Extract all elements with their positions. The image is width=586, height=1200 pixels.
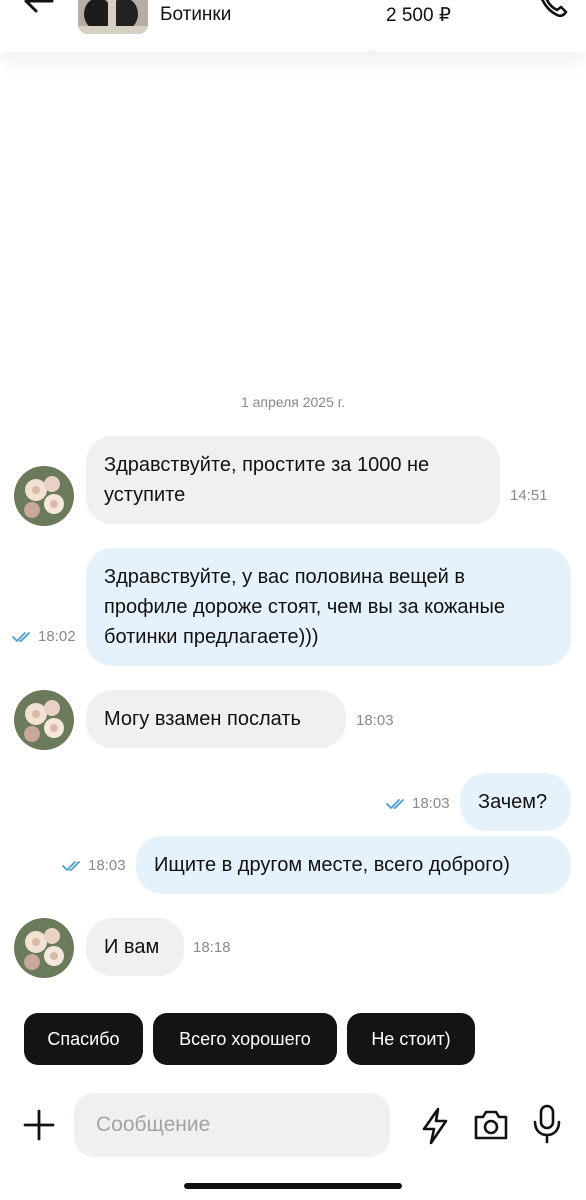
message-text: Здравствуйте, у вас половина вещей в про… xyxy=(104,566,506,648)
message-text: Здравствуйте, простите за 1000 не уступи… xyxy=(104,454,430,506)
message-text: И вам xyxy=(104,936,160,958)
message-status: 18:03 xyxy=(386,795,450,812)
message-time: 18:03 xyxy=(412,795,450,812)
message-time: 18:03 xyxy=(356,712,394,729)
message-bubble-incoming[interactable]: И вам xyxy=(86,918,184,976)
message-bubble-outgoing[interactable]: Ищите в другом месте, всего доброго) xyxy=(136,836,571,894)
avatar[interactable] xyxy=(14,466,74,526)
message-time: 14:51 xyxy=(510,487,548,504)
message-text: Зачем? xyxy=(478,791,548,813)
double-check-icon xyxy=(62,861,80,871)
message-bubble-incoming[interactable]: Здравствуйте, простите за 1000 не уступи… xyxy=(86,436,500,524)
date-separator: 1 апреля 2025 г. xyxy=(240,394,346,410)
message-time: 18:18 xyxy=(193,939,231,956)
message-bubble-outgoing[interactable]: Здравствуйте, у вас половина вещей в про… xyxy=(86,548,571,666)
message-status: 18:03 xyxy=(62,857,126,874)
message-bubble-outgoing[interactable]: Зачем? xyxy=(460,773,571,831)
message-text: Ищите в другом месте, всего доброго) xyxy=(154,854,510,876)
message-text: Могу взамен послать xyxy=(104,708,301,730)
arrow-left-icon[interactable] xyxy=(22,0,56,16)
camera-icon[interactable] xyxy=(472,1108,510,1142)
quick-reply-chip[interactable]: Всего хорошего xyxy=(153,1013,337,1065)
message-status: 18:02 xyxy=(12,628,76,645)
microphone-icon[interactable] xyxy=(530,1104,564,1144)
double-check-icon xyxy=(386,799,404,809)
plus-icon[interactable] xyxy=(22,1108,56,1142)
chat-header: Ботинки 2 500 ₽ xyxy=(0,0,586,56)
message-time: 18:02 xyxy=(38,628,76,645)
product-thumbnail[interactable] xyxy=(78,0,148,34)
quick-reply-chip[interactable]: Спасибо xyxy=(24,1013,143,1065)
lightning-icon[interactable] xyxy=(418,1107,452,1145)
message-bubble-incoming[interactable]: Могу взамен послать xyxy=(86,690,346,748)
header-pointer xyxy=(368,50,376,56)
message-time: 18:03 xyxy=(88,857,126,874)
avatar[interactable] xyxy=(14,918,74,978)
double-check-icon xyxy=(12,632,30,642)
product-price: 2 500 ₽ xyxy=(386,5,451,26)
home-indicator xyxy=(184,1183,402,1189)
message-input[interactable] xyxy=(74,1093,390,1157)
phone-icon[interactable] xyxy=(536,0,568,18)
product-name[interactable]: Ботинки xyxy=(160,4,231,26)
quick-reply-chip[interactable]: Не стоит) xyxy=(347,1013,475,1065)
avatar[interactable] xyxy=(14,690,74,750)
